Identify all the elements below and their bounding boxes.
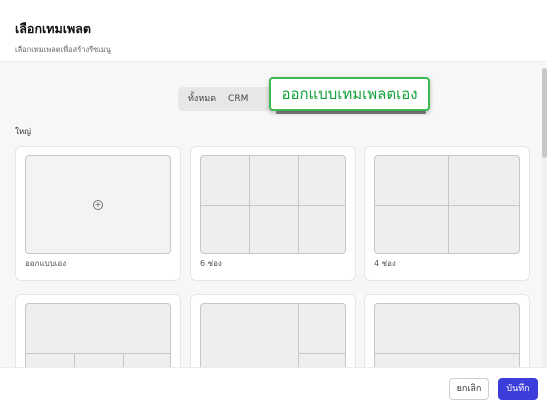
grid-divider bbox=[74, 353, 75, 367]
dialog-body: ทั้งหมด CRM ออกแบบเทมเพลตเอง ใหญ่ + ออกแ… bbox=[0, 62, 547, 367]
dialog-header: เลือกเทมเพลต เลือกเทมเพลตเพื่อสร้างรีซเม… bbox=[0, 0, 547, 62]
template-preview bbox=[25, 303, 171, 367]
template-preview bbox=[374, 155, 520, 254]
dialog-footer: ยกเลิก บันทึก bbox=[0, 367, 547, 410]
tab-all[interactable]: ทั้งหมด bbox=[182, 87, 222, 111]
tooltip-custom-template: ออกแบบเทมเพลตเอง bbox=[269, 77, 430, 111]
template-preview bbox=[200, 155, 346, 254]
section-label: ใหญ่ bbox=[15, 127, 31, 136]
template-preview bbox=[374, 303, 520, 367]
template-card-custom[interactable]: + ออกแบบเอง bbox=[15, 146, 181, 281]
grid-divider bbox=[298, 353, 345, 354]
grid-divider bbox=[375, 353, 519, 354]
scrollbar[interactable] bbox=[542, 68, 547, 368]
template-card-1-2[interactable] bbox=[190, 294, 356, 367]
grid-divider bbox=[375, 205, 519, 206]
tab-crm[interactable]: CRM bbox=[222, 87, 254, 111]
scrollbar-thumb[interactable] bbox=[542, 68, 547, 158]
template-card-6-slots[interactable]: 6 ช่อง bbox=[190, 146, 356, 281]
dialog-title: เลือกเทมเพลต bbox=[15, 21, 92, 36]
template-card-2-rows[interactable] bbox=[364, 294, 530, 367]
template-preview bbox=[200, 303, 346, 367]
save-button[interactable]: บันทึก bbox=[498, 378, 538, 400]
grid-divider bbox=[201, 205, 345, 206]
template-label: ออกแบบเอง bbox=[25, 259, 67, 268]
plus-circle-icon: + bbox=[93, 199, 103, 210]
grid-divider bbox=[298, 304, 299, 367]
cancel-button[interactable]: ยกเลิก bbox=[449, 378, 489, 400]
grid-divider bbox=[123, 353, 124, 367]
template-card-1-3[interactable] bbox=[15, 294, 181, 367]
template-label: 4 ช่อง bbox=[374, 259, 396, 268]
grid-divider bbox=[26, 353, 170, 354]
template-card-4-slots[interactable]: 4 ช่อง bbox=[364, 146, 530, 281]
dialog-subtitle: เลือกเทมเพลตเพื่อสร้างรีซเมนู bbox=[15, 45, 111, 54]
template-preview: + bbox=[25, 155, 171, 254]
tooltip-shadow bbox=[276, 111, 426, 114]
template-label: 6 ช่อง bbox=[200, 259, 222, 268]
